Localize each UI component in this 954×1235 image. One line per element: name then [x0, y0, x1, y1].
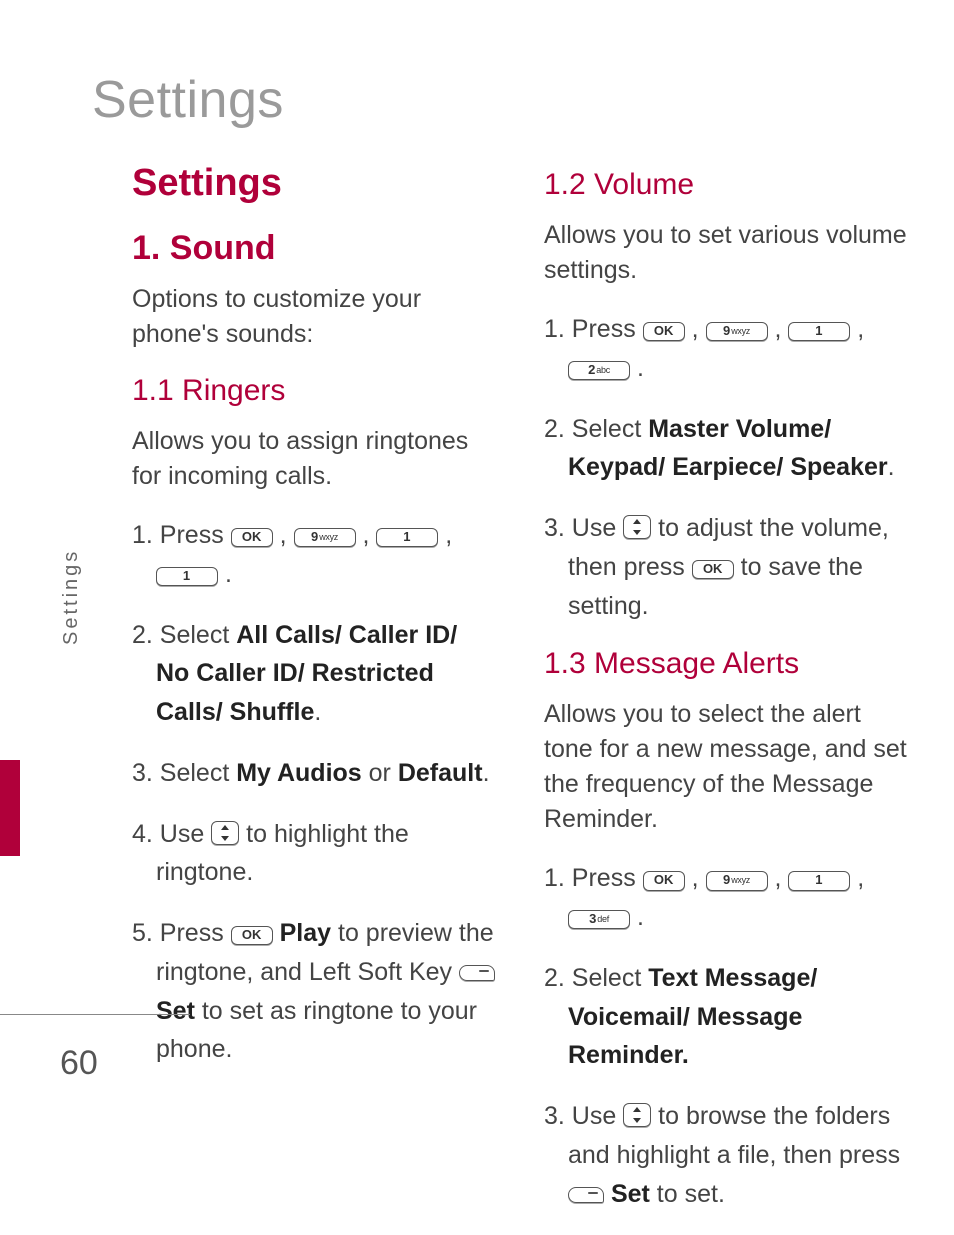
- step-text: 3. Use: [544, 514, 623, 542]
- volume-step-2: 2. Select Master Volume/ Keypad/ Earpiec…: [544, 410, 908, 488]
- separator: ,: [850, 864, 864, 892]
- right-column: 1.2 Volume Allows you to set various vol…: [544, 162, 908, 1235]
- step-text: 3. Use: [544, 1102, 623, 1130]
- separator: ,: [356, 521, 377, 549]
- key-9-icon: 9wxyz: [706, 322, 768, 341]
- heading-volume: 1.2 Volume: [544, 168, 908, 202]
- key-1-icon: 1: [788, 871, 850, 890]
- separator: ,: [685, 315, 706, 343]
- volume-step-1: 1. Press OK , 9wxyz , 1 , 2abc .: [544, 310, 908, 388]
- ringers-step-3: 3. Select My Audios or Default.: [132, 754, 496, 793]
- page-number: 60: [60, 1044, 98, 1083]
- nav-up-down-icon: [623, 515, 651, 539]
- footer-divider: [0, 1014, 190, 1015]
- ringers-step-5: 5. Press OK Play to preview the ringtone…: [132, 914, 496, 1069]
- step-text: 1. Press: [132, 521, 231, 549]
- key-1-icon: 1: [376, 528, 438, 547]
- nav-up-down-icon: [211, 821, 239, 845]
- step-text: 2. Select: [132, 621, 236, 649]
- step-text: to set.: [650, 1180, 725, 1208]
- heading-ringers: 1.1 Ringers: [132, 374, 496, 408]
- left-column: Settings 1. Sound Options to customize y…: [132, 162, 496, 1235]
- ok-key-icon: OK: [692, 560, 734, 579]
- step-text: to set as ringtone to your phone.: [156, 997, 477, 1064]
- ok-key-icon: OK: [231, 528, 273, 547]
- key-9-icon: 9wxyz: [706, 871, 768, 890]
- alerts-desc: Allows you to select the alert tone for …: [544, 697, 908, 837]
- step-text: 1. Press: [544, 864, 643, 892]
- separator: ,: [273, 521, 294, 549]
- step-text: 3. Select: [132, 759, 236, 787]
- period: .: [218, 560, 232, 588]
- key-1-icon: 1: [788, 322, 850, 341]
- period: .: [630, 903, 644, 931]
- manual-page: Settings Settings 1. Sound Options to cu…: [0, 0, 954, 1145]
- alerts-step-3: 3. Use to browse the folders and highlig…: [544, 1097, 908, 1213]
- label-play: Play: [280, 919, 331, 947]
- ok-key-icon: OK: [231, 926, 273, 945]
- side-accent-block: [0, 760, 20, 856]
- heading-message-alerts: 1.3 Message Alerts: [544, 647, 908, 681]
- sound-intro: Options to customize your phone's sounds…: [132, 282, 496, 352]
- ringers-step-4: 4. Use to highlight the ringtone.: [132, 815, 496, 893]
- step-text: 2. Select: [544, 964, 648, 992]
- volume-desc: Allows you to set various volume setting…: [544, 218, 908, 288]
- label-set: Set: [156, 997, 195, 1025]
- content-columns: Settings 1. Sound Options to customize y…: [92, 162, 908, 1235]
- ok-key-icon: OK: [643, 871, 685, 890]
- ringers-step-1: 1. Press OK , 9wxyz , 1 , 1 .: [132, 516, 496, 594]
- section-heading-settings: Settings: [132, 162, 496, 205]
- ringers-desc: Allows you to assign ringtones for incom…: [132, 424, 496, 494]
- left-soft-key-icon: [568, 1187, 604, 1203]
- option-default: Default: [398, 759, 483, 787]
- alerts-step-1: 1. Press OK , 9wxyz , 1 , 3def .: [544, 859, 908, 937]
- separator: ,: [438, 521, 452, 549]
- step-text: 1. Press: [544, 315, 643, 343]
- separator: ,: [768, 315, 789, 343]
- nav-up-down-icon: [623, 1103, 651, 1127]
- left-soft-key-icon: [459, 965, 495, 981]
- option-my-audios: My Audios: [236, 759, 361, 787]
- step-text: 5. Press: [132, 919, 231, 947]
- step-text: or: [362, 759, 398, 787]
- heading-sound: 1. Sound: [132, 229, 496, 268]
- key-2-icon: 2abc: [568, 361, 630, 380]
- label-set: Set: [611, 1180, 650, 1208]
- ok-key-icon: OK: [643, 322, 685, 341]
- ringers-step-2: 2. Select All Calls/ Caller ID/ No Calle…: [132, 616, 496, 732]
- page-title: Settings: [92, 70, 908, 130]
- period: .: [630, 354, 644, 382]
- key-1-icon: 1: [156, 567, 218, 586]
- alerts-step-2: 2. Select Text Message/ Voicemail/ Messa…: [544, 959, 908, 1075]
- side-section-label: Settings: [60, 549, 83, 645]
- step-text: 4. Use: [132, 820, 211, 848]
- key-9-icon: 9wxyz: [294, 528, 356, 547]
- step-text: 2. Select: [544, 415, 648, 443]
- separator: ,: [850, 315, 864, 343]
- separator: ,: [685, 864, 706, 892]
- key-3-icon: 3def: [568, 910, 630, 929]
- separator: ,: [768, 864, 789, 892]
- volume-step-3: 3. Use to adjust the volume, then press …: [544, 509, 908, 625]
